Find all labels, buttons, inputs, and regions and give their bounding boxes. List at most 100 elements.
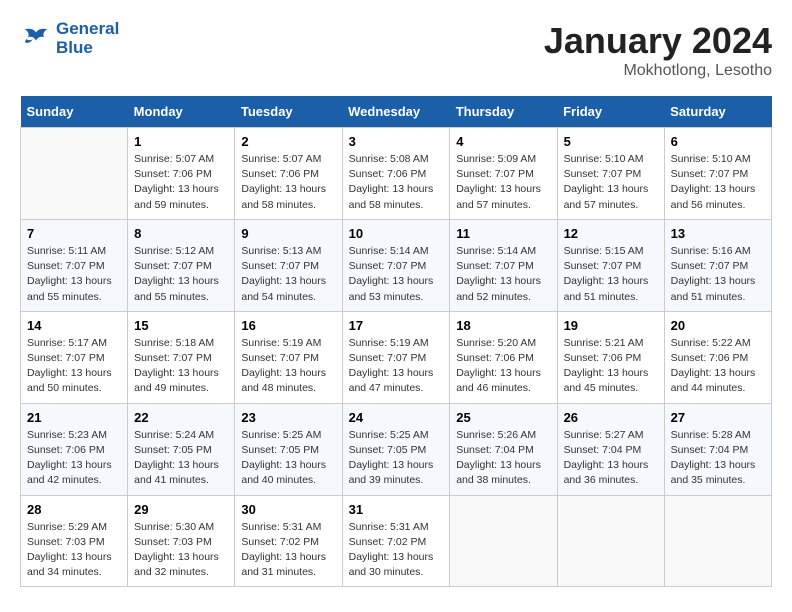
day-number: 1 — [134, 134, 228, 149]
calendar-subtitle: Mokhotlong, Lesotho — [544, 62, 772, 80]
calendar-cell: 23 Sunrise: 5:25 AMSunset: 7:05 PMDayligh… — [235, 403, 342, 495]
day-number: 2 — [241, 134, 335, 149]
col-header-sunday: Sunday — [21, 96, 128, 128]
day-number: 30 — [241, 502, 335, 517]
day-number: 11 — [456, 226, 550, 241]
day-number: 9 — [241, 226, 335, 241]
calendar-week-row: 14 Sunrise: 5:17 AMSunset: 7:07 PMDayligh… — [21, 311, 772, 403]
day-info: Sunrise: 5:21 AMSunset: 7:06 PMDaylight:… — [564, 336, 658, 397]
day-info: Sunrise: 5:22 AMSunset: 7:06 PMDaylight:… — [671, 336, 765, 397]
calendar-cell: 5 Sunrise: 5:10 AMSunset: 7:07 PMDaylight… — [557, 128, 664, 220]
calendar-cell: 29Sunrise: 5:30 AMSunset: 7:03 PMDayligh… — [128, 495, 235, 587]
calendar-header-row: SundayMondayTuesdayWednesdayThursdayFrid… — [21, 96, 772, 128]
calendar-cell: 24 Sunrise: 5:25 AMSunset: 7:05 PMDayligh… — [342, 403, 450, 495]
day-number: 20 — [671, 318, 765, 333]
day-info: Sunrise: 5:31 AMSunset: 7:02 PMDaylight:… — [241, 520, 335, 581]
day-number: 25 — [456, 410, 550, 425]
calendar-cell: 25 Sunrise: 5:26 AMSunset: 7:04 PMDayligh… — [450, 403, 557, 495]
calendar-cell — [450, 495, 557, 587]
day-number: 4 — [456, 134, 550, 149]
day-info: Sunrise: 5:25 AMSunset: 7:05 PMDaylight:… — [241, 428, 335, 489]
day-number: 22 — [134, 410, 228, 425]
calendar-cell: 31 Sunrise: 5:31 AMSunset: 7:02 PMDayligh… — [342, 495, 450, 587]
day-info: Sunrise: 5:29 AMSunset: 7:03 PMDaylight:… — [27, 520, 121, 581]
day-number: 7 — [27, 226, 121, 241]
calendar-cell: 2 Sunrise: 5:07 AMSunset: 7:06 PMDaylight… — [235, 128, 342, 220]
calendar-cell: 14 Sunrise: 5:17 AMSunset: 7:07 PMDayligh… — [21, 311, 128, 403]
day-info: Sunrise: 5:30 AMSunset: 7:03 PMDaylight:… — [134, 520, 228, 581]
calendar-cell: 30 Sunrise: 5:31 AMSunset: 7:02 PMDayligh… — [235, 495, 342, 587]
day-info: Sunrise: 5:07 AMSunset: 7:06 PMDaylight:… — [241, 152, 335, 213]
calendar-cell: 20 Sunrise: 5:22 AMSunset: 7:06 PMDayligh… — [664, 311, 771, 403]
calendar-cell: 16Sunrise: 5:19 AMSunset: 7:07 PMDayligh… — [235, 311, 342, 403]
day-info: Sunrise: 5:11 AMSunset: 7:07 PMDaylight:… — [27, 244, 121, 305]
day-number: 12 — [564, 226, 658, 241]
calendar-cell: 17Sunrise: 5:19 AMSunset: 7:07 PMDayligh… — [342, 311, 450, 403]
day-info: Sunrise: 5:26 AMSunset: 7:04 PMDaylight:… — [456, 428, 550, 489]
page-header: General Blue January 2024 Mokhotlong, Le… — [20, 20, 772, 80]
day-number: 5 — [564, 134, 658, 149]
day-number: 17 — [349, 318, 444, 333]
day-info: Sunrise: 5:23 AMSunset: 7:06 PMDaylight:… — [27, 428, 121, 489]
calendar-cell — [557, 495, 664, 587]
logo-text: General Blue — [56, 20, 119, 57]
logo-icon — [20, 25, 52, 53]
calendar-cell: 11Sunrise: 5:14 AMSunset: 7:07 PMDayligh… — [450, 219, 557, 311]
calendar-cell: 26 Sunrise: 5:27 AMSunset: 7:04 PMDayligh… — [557, 403, 664, 495]
calendar-cell: 1Sunrise: 5:07 AMSunset: 7:06 PMDaylight… — [128, 128, 235, 220]
calendar-cell: 22 Sunrise: 5:24 AMSunset: 7:05 PMDayligh… — [128, 403, 235, 495]
calendar-week-row: 7 Sunrise: 5:11 AMSunset: 7:07 PMDaylight… — [21, 219, 772, 311]
day-info: Sunrise: 5:16 AMSunset: 7:07 PMDaylight:… — [671, 244, 765, 305]
day-number: 31 — [349, 502, 444, 517]
day-info: Sunrise: 5:20 AMSunset: 7:06 PMDaylight:… — [456, 336, 550, 397]
col-header-monday: Monday — [128, 96, 235, 128]
calendar-title-block: January 2024 Mokhotlong, Lesotho — [544, 20, 772, 80]
day-number: 6 — [671, 134, 765, 149]
day-number: 28 — [27, 502, 121, 517]
day-info: Sunrise: 5:09 AMSunset: 7:07 PMDaylight:… — [456, 152, 550, 213]
day-info: Sunrise: 5:10 AMSunset: 7:07 PMDaylight:… — [564, 152, 658, 213]
calendar-cell: 10 Sunrise: 5:14 AMSunset: 7:07 PMDayligh… — [342, 219, 450, 311]
day-info: Sunrise: 5:24 AMSunset: 7:05 PMDaylight:… — [134, 428, 228, 489]
calendar-cell: 27Sunrise: 5:28 AMSunset: 7:04 PMDayligh… — [664, 403, 771, 495]
day-number: 24 — [349, 410, 444, 425]
day-info: Sunrise: 5:25 AMSunset: 7:05 PMDaylight:… — [349, 428, 444, 489]
day-number: 27 — [671, 410, 765, 425]
col-header-saturday: Saturday — [664, 96, 771, 128]
calendar-cell: 9 Sunrise: 5:13 AMSunset: 7:07 PMDaylight… — [235, 219, 342, 311]
day-info: Sunrise: 5:15 AMSunset: 7:07 PMDaylight:… — [564, 244, 658, 305]
calendar-cell: 12 Sunrise: 5:15 AMSunset: 7:07 PMDayligh… — [557, 219, 664, 311]
calendar-cell: 7 Sunrise: 5:11 AMSunset: 7:07 PMDaylight… — [21, 219, 128, 311]
calendar-title: January 2024 — [544, 20, 772, 62]
calendar-cell: 19Sunrise: 5:21 AMSunset: 7:06 PMDayligh… — [557, 311, 664, 403]
calendar-cell: 4 Sunrise: 5:09 AMSunset: 7:07 PMDaylight… — [450, 128, 557, 220]
day-info: Sunrise: 5:19 AMSunset: 7:07 PMDaylight:… — [241, 336, 335, 397]
day-info: Sunrise: 5:08 AMSunset: 7:06 PMDaylight:… — [349, 152, 444, 213]
day-info: Sunrise: 5:14 AMSunset: 7:07 PMDaylight:… — [349, 244, 444, 305]
day-info: Sunrise: 5:13 AMSunset: 7:07 PMDaylight:… — [241, 244, 335, 305]
day-number: 14 — [27, 318, 121, 333]
col-header-friday: Friday — [557, 96, 664, 128]
day-number: 26 — [564, 410, 658, 425]
day-number: 18 — [456, 318, 550, 333]
day-info: Sunrise: 5:10 AMSunset: 7:07 PMDaylight:… — [671, 152, 765, 213]
day-info: Sunrise: 5:31 AMSunset: 7:02 PMDaylight:… — [349, 520, 444, 581]
calendar-cell — [21, 128, 128, 220]
calendar-cell: 21Sunrise: 5:23 AMSunset: 7:06 PMDayligh… — [21, 403, 128, 495]
day-info: Sunrise: 5:18 AMSunset: 7:07 PMDaylight:… — [134, 336, 228, 397]
col-header-thursday: Thursday — [450, 96, 557, 128]
calendar-week-row: 21Sunrise: 5:23 AMSunset: 7:06 PMDayligh… — [21, 403, 772, 495]
col-header-tuesday: Tuesday — [235, 96, 342, 128]
day-number: 10 — [349, 226, 444, 241]
calendar-table: SundayMondayTuesdayWednesdayThursdayFrid… — [20, 96, 772, 587]
day-number: 8 — [134, 226, 228, 241]
calendar-cell: 18 Sunrise: 5:20 AMSunset: 7:06 PMDayligh… — [450, 311, 557, 403]
day-info: Sunrise: 5:27 AMSunset: 7:04 PMDaylight:… — [564, 428, 658, 489]
logo: General Blue — [20, 20, 119, 57]
calendar-cell: 8 Sunrise: 5:12 AMSunset: 7:07 PMDaylight… — [128, 219, 235, 311]
day-info: Sunrise: 5:17 AMSunset: 7:07 PMDaylight:… — [27, 336, 121, 397]
calendar-cell: 15Sunrise: 5:18 AMSunset: 7:07 PMDayligh… — [128, 311, 235, 403]
calendar-cell: 6 Sunrise: 5:10 AMSunset: 7:07 PMDaylight… — [664, 128, 771, 220]
day-info: Sunrise: 5:12 AMSunset: 7:07 PMDaylight:… — [134, 244, 228, 305]
day-number: 23 — [241, 410, 335, 425]
